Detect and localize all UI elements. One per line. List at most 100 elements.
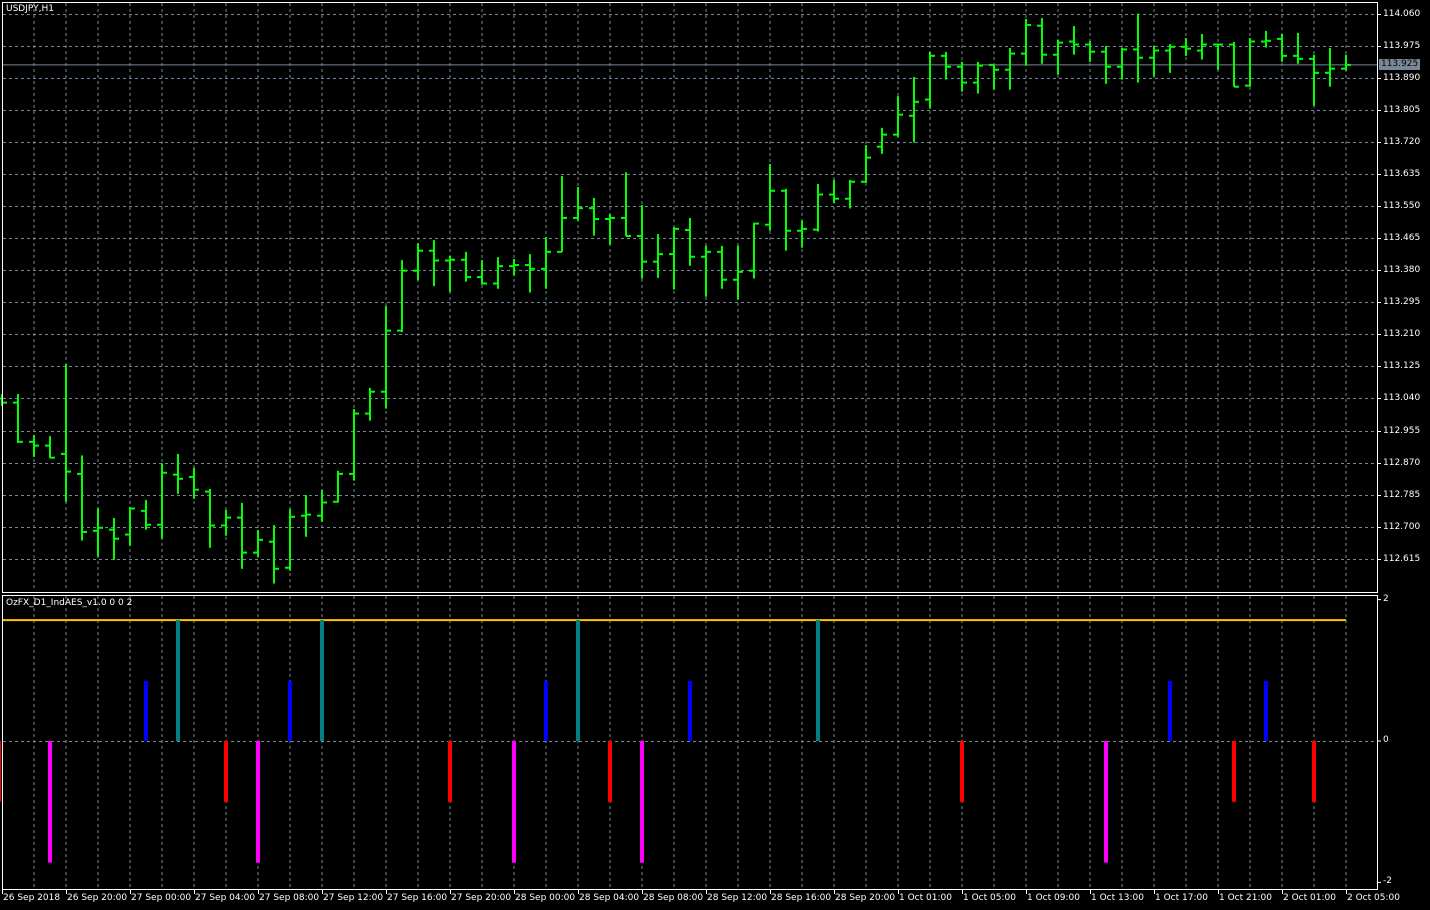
- ohlc-bar: [1053, 40, 1063, 75]
- ohlc-bar: [589, 197, 599, 236]
- ohlc-bar: [1085, 41, 1095, 62]
- price-label: 113.380: [1383, 264, 1421, 275]
- ohlc-bar: [1229, 41, 1239, 88]
- ohlc-bar: [1213, 43, 1223, 70]
- ohlc-bar: [749, 222, 759, 279]
- indicator-bar-red: [1232, 741, 1236, 802]
- indicator-bar-teal: [816, 620, 820, 741]
- price-label: 112.785: [1383, 489, 1421, 500]
- ohlc-bar: [909, 76, 919, 143]
- time-label: 26 Sep 2018: [3, 893, 61, 903]
- time-label: 28 Sep 00:00: [515, 893, 576, 903]
- price-label: 113.890: [1383, 72, 1421, 83]
- ohlc-bar: [509, 259, 519, 276]
- indicator-bar-magenta: [48, 741, 52, 863]
- ohlc-bar: [77, 455, 87, 541]
- ohlc-bar: [1277, 33, 1287, 62]
- ohlc-bar: [285, 508, 295, 571]
- ohlc-bar: [701, 245, 711, 297]
- ohlc-bar: [1245, 38, 1255, 87]
- ohlc-bar: [621, 172, 631, 238]
- indicator-bar-teal: [576, 620, 580, 741]
- ohlc-bar: [1149, 46, 1159, 77]
- ohlc-bar: [877, 127, 887, 154]
- indicator-bar-red: [1312, 741, 1316, 802]
- price-label: 113.550: [1383, 200, 1421, 211]
- ohlc-bar: [1037, 18, 1047, 64]
- ohlc-bar: [413, 243, 423, 281]
- time-label: 27 Sep 16:00: [387, 893, 448, 903]
- ohlc-bar: [429, 240, 439, 287]
- price-label: 113.805: [1383, 104, 1421, 115]
- ohlc-bar: [813, 184, 823, 232]
- time-label: 27 Sep 12:00: [323, 893, 384, 903]
- price-label: 113.210: [1383, 328, 1421, 339]
- ohlc-bar: [573, 187, 583, 221]
- ohlc-bar: [653, 234, 663, 278]
- ohlc-bar: [989, 63, 999, 90]
- ohlc-bar: [29, 435, 39, 457]
- indicator-bar-magenta: [640, 741, 644, 863]
- price-label: 113.635: [1383, 168, 1421, 179]
- price-label: 114.060: [1383, 8, 1421, 19]
- indicator-bar-magenta: [512, 741, 516, 863]
- ohlc-bar: [1021, 18, 1031, 66]
- ohlc-bar: [861, 145, 871, 183]
- time-label: 28 Sep 04:00: [579, 893, 640, 903]
- ohlc-bar: [605, 214, 615, 245]
- ohlc-bar: [349, 409, 359, 481]
- ohlc-bar: [493, 257, 503, 289]
- ohlc-bar: [1293, 32, 1303, 64]
- ohlc-bar: [893, 96, 903, 137]
- ohlc-bar: [381, 306, 391, 409]
- ohlc-bar: [317, 490, 327, 522]
- indicator-bar-teal: [320, 620, 324, 741]
- price-label: 112.955: [1383, 425, 1421, 436]
- ohlc-bar: [237, 502, 247, 569]
- ohlc-bar: [797, 220, 807, 248]
- time-label: 2 Oct 01:00: [1283, 893, 1336, 903]
- ohlc-bar: [93, 508, 103, 557]
- ohlc-bar: [125, 507, 135, 546]
- price-label: 113.975: [1383, 40, 1421, 51]
- ohlc-bar: [1341, 54, 1351, 71]
- indicator-bar-blue: [1264, 680, 1268, 741]
- indicator-bar-red: [960, 741, 964, 802]
- indicator-axis-label: -2: [1383, 876, 1392, 887]
- time-label: 2 Oct 05:00: [1347, 893, 1400, 903]
- ohlc-bar: [205, 488, 215, 548]
- ohlc-bar: [1117, 47, 1127, 80]
- ohlc-bar: [637, 205, 647, 279]
- indicator-bar-red: [224, 741, 228, 802]
- indicator-bar-red: [608, 741, 612, 802]
- indicator-bar-teal: [176, 620, 180, 741]
- chart-canvas[interactable]: [0, 0, 1430, 910]
- time-label: 1 Oct 21:00: [1219, 893, 1272, 903]
- indicator-bar-blue: [688, 680, 692, 741]
- indicator-bar-blue: [1168, 680, 1172, 741]
- indicator-bar-red: [448, 741, 452, 802]
- ohlc-bar: [685, 217, 695, 266]
- ohlc-bar: [1005, 47, 1015, 90]
- indicator-frame: [2, 595, 1378, 890]
- ohlc-bar: [0, 393, 7, 407]
- indicator-label: OzFX_D1_IndAES_v1.0 0 0 2: [6, 598, 133, 608]
- time-label: 27 Sep 08:00: [259, 893, 320, 903]
- ohlc-bar: [669, 226, 679, 290]
- time-label: 1 Oct 13:00: [1091, 893, 1144, 903]
- price-bars: [0, 13, 1351, 584]
- time-label: 28 Sep 20:00: [835, 893, 896, 903]
- indicator-bar-blue: [144, 680, 148, 741]
- ohlc-bar: [397, 260, 407, 333]
- price-label: 113.125: [1383, 360, 1421, 371]
- time-label: 1 Oct 09:00: [1027, 893, 1080, 903]
- ohlc-bar: [477, 260, 487, 285]
- ohlc-bar: [61, 364, 71, 502]
- indicator-bar-blue: [544, 680, 548, 741]
- ohlc-bar: [845, 179, 855, 209]
- ohlc-bar: [45, 436, 55, 459]
- indicator-axis-label: 2: [1383, 593, 1389, 604]
- indicator-bar-magenta: [1104, 741, 1108, 863]
- time-label: 27 Sep 00:00: [131, 893, 192, 903]
- ohlc-bar: [365, 387, 375, 421]
